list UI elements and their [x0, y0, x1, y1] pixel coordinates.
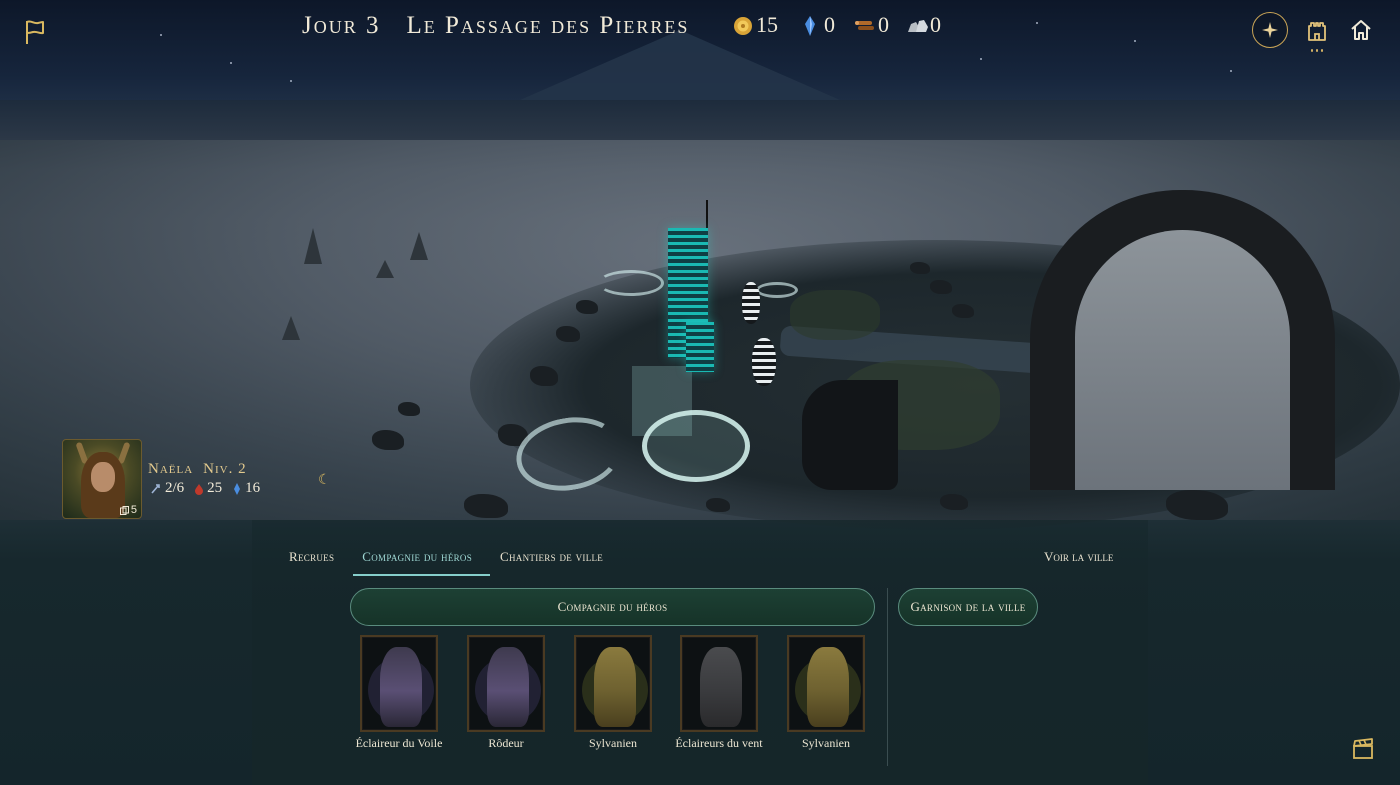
- top-bar: Jour 3 Le Passage des Pierres 15 0 0 0: [0, 0, 1400, 60]
- build-slot-ring[interactable]: [756, 282, 798, 298]
- hero-name: Naëla: [148, 461, 194, 477]
- unit-portrait: [574, 635, 652, 732]
- rock: [372, 430, 404, 450]
- tab-recrues[interactable]: Recrues: [289, 538, 343, 575]
- panel-divider: [887, 588, 888, 766]
- build-slot-ring-selected[interactable]: [642, 410, 750, 482]
- top-right-controls: [1252, 12, 1376, 52]
- rock: [952, 304, 974, 318]
- rock: [530, 366, 558, 386]
- rock: [464, 494, 508, 518]
- gold-coin-icon: [732, 15, 752, 35]
- map-name: Le Passage des Pierres: [406, 12, 690, 39]
- resource-crystal: 0: [800, 10, 835, 40]
- hero-health: 25: [194, 480, 222, 497]
- rock: [930, 280, 952, 294]
- tab-chantiers-de-ville[interactable]: Chantiers de ville: [500, 538, 612, 575]
- moon-icon: ☾: [318, 473, 331, 488]
- town-tabs: Recrues Compagnie du héros Chantiers de …: [289, 538, 631, 576]
- rock: [1166, 490, 1228, 520]
- movement-value: 2/6: [165, 480, 185, 496]
- stone-ore-icon: [906, 15, 928, 35]
- page-dots: [1311, 49, 1323, 52]
- banded-pillar: [742, 282, 760, 324]
- resource-gold: 15: [732, 10, 778, 40]
- unit-card[interactable]: Éclaireur du Voile: [356, 635, 442, 750]
- ruined-wall: [802, 380, 898, 490]
- unit-name: Éclaireur du Voile: [355, 736, 443, 750]
- unit-portrait: [680, 635, 758, 732]
- gold-value: 15: [756, 12, 778, 37]
- hero-name-line: Naëla Niv. 2: [148, 461, 247, 478]
- wood-value: 0: [878, 12, 889, 37]
- rock-spire: [282, 316, 300, 340]
- rock: [556, 326, 580, 342]
- mana-value: 16: [245, 480, 261, 496]
- rock: [940, 494, 968, 510]
- castle-icon[interactable]: [1302, 15, 1332, 52]
- unit-name: Éclaireurs du vent: [675, 736, 763, 750]
- rock-spire: [376, 260, 394, 278]
- map-title: Jour 3 Le Passage des Pierres: [302, 12, 689, 40]
- hero-stats: 2/6 25 16: [150, 480, 260, 497]
- unit-card[interactable]: Éclaireurs du vent: [675, 635, 763, 750]
- rock-spire: [304, 228, 322, 264]
- flag-icon[interactable]: [22, 18, 48, 46]
- resource-wood: 0: [854, 10, 889, 40]
- movement-icon: [151, 483, 160, 494]
- unit-portrait: [467, 635, 545, 732]
- unit-card[interactable]: Sylvanien: [787, 635, 865, 750]
- rock-spire: [410, 232, 428, 260]
- stone-arch-opening: [1075, 230, 1290, 490]
- unit-name: Sylvanien: [802, 736, 850, 750]
- unit-portrait: [360, 635, 438, 732]
- rock: [706, 498, 730, 512]
- blue-crystal-icon: [800, 15, 820, 36]
- rock: [910, 262, 930, 274]
- star: [290, 80, 292, 82]
- health-value: 25: [207, 480, 223, 496]
- star: [1230, 70, 1232, 72]
- unit-card[interactable]: Rôdeur: [467, 635, 545, 750]
- hero-company-header[interactable]: Compagnie du héros: [350, 588, 875, 626]
- banded-pillar: [752, 338, 776, 386]
- unit-card[interactable]: Sylvanien: [574, 635, 652, 750]
- unit-portrait: [787, 635, 865, 732]
- build-slot-ring[interactable]: [598, 270, 664, 296]
- unit-name: Rôdeur: [488, 736, 524, 750]
- mana-icon: [234, 482, 241, 495]
- tab-compagnie-du-heros[interactable]: Compagnie du héros: [353, 538, 490, 576]
- hero-portrait[interactable]: 5: [62, 439, 142, 519]
- unit-name: Sylvanien: [589, 736, 637, 750]
- hero-movement: 2/6: [150, 480, 184, 497]
- army-count: 5: [130, 504, 137, 516]
- grass-patch: [790, 290, 880, 340]
- hero-mana: 16: [232, 480, 260, 497]
- stone-value: 0: [930, 12, 941, 37]
- voir-la-ville-link[interactable]: Voir la ville: [1044, 549, 1113, 565]
- health-icon: [195, 483, 204, 495]
- rock: [398, 402, 420, 416]
- home-icon[interactable]: [1346, 15, 1376, 45]
- crystal-value: 0: [824, 12, 835, 37]
- clapperboard-icon[interactable]: [1352, 738, 1374, 760]
- town-tower[interactable]: [686, 322, 714, 372]
- rock: [576, 300, 598, 314]
- day-counter: Jour 3: [302, 12, 381, 39]
- hero-face: [91, 462, 115, 492]
- wood-logs-icon: [854, 15, 874, 35]
- resource-stone: 0: [906, 10, 941, 40]
- army-count-badge: 5: [119, 504, 137, 516]
- compass-star-icon[interactable]: [1252, 12, 1288, 48]
- hero-level: Niv. 2: [203, 461, 247, 477]
- star: [230, 62, 232, 64]
- cards-icon: [119, 505, 129, 515]
- garrison-header[interactable]: Garnison de la ville: [898, 588, 1038, 626]
